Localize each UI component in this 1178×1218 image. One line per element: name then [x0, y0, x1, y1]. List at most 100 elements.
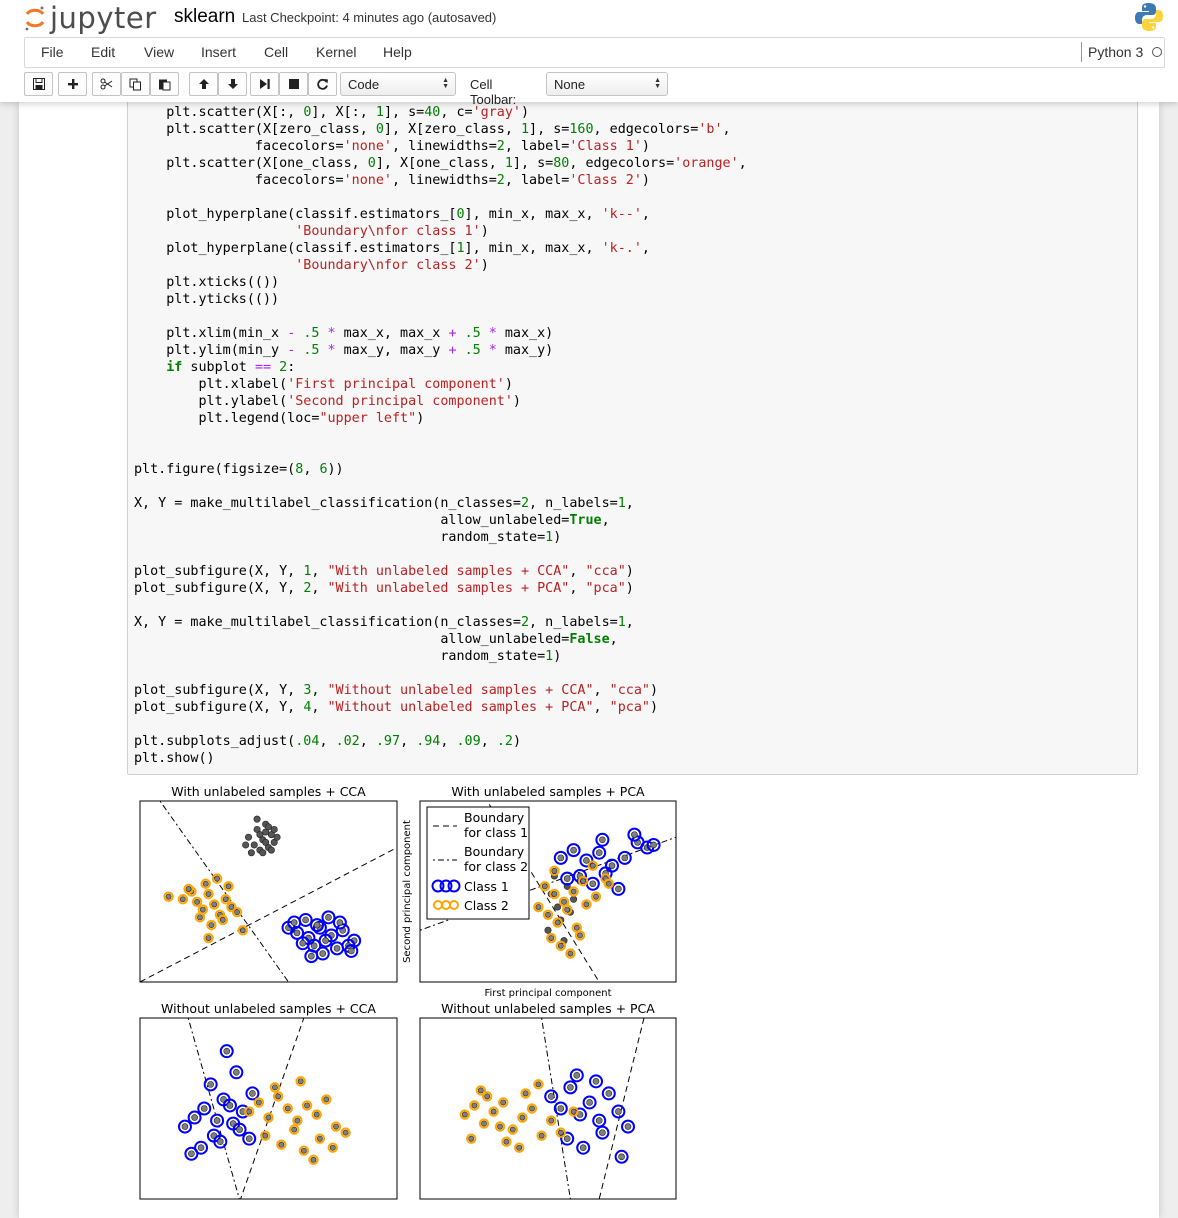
- sample-point: [561, 898, 567, 905]
- sample-point: [217, 1138, 224, 1145]
- sample-point: [310, 1156, 317, 1163]
- sample-point: [188, 1150, 195, 1158]
- sample-point: [589, 880, 597, 888]
- jupyter-logo-text: jupyter: [50, 1, 157, 35]
- insert-cell-button[interactable]: [58, 72, 87, 96]
- sample-point: [557, 1105, 565, 1112]
- sample-point: [599, 1129, 606, 1136]
- menu-view[interactable]: View: [144, 44, 174, 60]
- sample-point: [573, 1072, 581, 1079]
- cell-toolbar-label: Cell Toolbar:: [470, 77, 517, 107]
- stop-icon: [288, 79, 299, 89]
- subplot-title: With unlabeled samples + CCA: [171, 784, 366, 799]
- sample-point: [194, 898, 201, 905]
- menu-file[interactable]: File: [41, 44, 64, 60]
- sample-point: [586, 1099, 593, 1106]
- sample-point: [497, 1123, 503, 1130]
- save-button[interactable]: [24, 72, 53, 96]
- sample-point: [348, 947, 355, 955]
- cell-type-value: Code: [348, 76, 380, 92]
- sample-point: [589, 862, 596, 869]
- sample-point: [205, 935, 212, 941]
- cell-toolbar-select[interactable]: None ▲ ▼: [546, 72, 668, 96]
- arrow-down-icon: [227, 79, 238, 89]
- sample-point: [211, 901, 218, 908]
- sample-point: [255, 1099, 262, 1106]
- sample-point: [336, 919, 344, 926]
- sample-point: [323, 1096, 330, 1103]
- kernel-indicator[interactable]: Python 3: [1081, 42, 1163, 62]
- sample-point: [545, 911, 551, 918]
- subplot-4: Without unlabeled samples + PCA: [419, 1001, 677, 1200]
- sample-point: [573, 924, 580, 931]
- sample-point: [313, 1111, 320, 1118]
- unlabeled-point: [250, 841, 258, 849]
- sample-point: [205, 891, 212, 897]
- sample-point: [207, 1081, 214, 1088]
- unlabeled-point: [259, 849, 267, 857]
- copy-button[interactable]: [121, 72, 150, 96]
- notebook-name[interactable]: sklearn: [174, 6, 235, 28]
- menu-insert[interactable]: Insert: [201, 44, 236, 60]
- sample-point: [570, 888, 577, 895]
- unlabeled-point: [267, 846, 275, 854]
- sample-point: [548, 935, 555, 941]
- jupyter-logo[interactable]: jupyter: [24, 0, 157, 36]
- sample-point: [213, 1117, 221, 1124]
- menu-help[interactable]: Help: [383, 44, 412, 60]
- subplot-title: Without unlabeled samples + CCA: [161, 1001, 376, 1016]
- menu-edit[interactable]: Edit: [91, 44, 115, 60]
- sample-point: [547, 1093, 555, 1100]
- move-down-button[interactable]: [218, 72, 247, 96]
- cut-button[interactable]: [92, 72, 121, 96]
- sample-point: [322, 937, 329, 944]
- sample-point: [234, 909, 240, 916]
- sample-point: [570, 1108, 577, 1115]
- paste-button[interactable]: [150, 72, 179, 96]
- menu-cell[interactable]: Cell: [264, 44, 288, 60]
- cell-type-select[interactable]: Code ▲ ▼: [340, 72, 456, 96]
- sample-point: [272, 1084, 278, 1091]
- sample-point: [481, 1120, 487, 1127]
- sample-point: [329, 1144, 336, 1151]
- unlabeled-point: [570, 895, 578, 903]
- select-arrows-icon: ▲ ▼: [654, 77, 661, 90]
- unlabeled-point: [245, 833, 253, 841]
- interrupt-kernel-button[interactable]: [279, 72, 308, 96]
- legend-label: for class 1: [464, 825, 528, 840]
- notebook-header: jupyter sklearn Last Checkpoint: 4 minut…: [0, 0, 1178, 107]
- sample-point: [579, 1144, 587, 1152]
- subplot-1: With unlabeled samples + CCA: [139, 784, 398, 983]
- sample-point: [222, 896, 229, 903]
- legend-label: Class 2: [464, 898, 509, 913]
- sample-point: [223, 1047, 231, 1055]
- restart-kernel-button[interactable]: [308, 72, 337, 96]
- unlabeled-point: [270, 825, 278, 833]
- move-up-button[interactable]: [189, 72, 218, 96]
- sample-point: [564, 906, 571, 913]
- sample-point: [214, 875, 220, 882]
- sample-point: [599, 836, 606, 844]
- legend-label: Boundary: [464, 810, 525, 825]
- sample-point: [522, 1090, 529, 1097]
- sample-point: [300, 1147, 307, 1154]
- sample-point: [557, 1129, 564, 1136]
- unlabeled-point: [262, 838, 270, 846]
- sample-point: [461, 1111, 468, 1118]
- sample-point: [577, 932, 583, 939]
- sample-point: [557, 942, 564, 949]
- sample-point: [551, 891, 558, 897]
- run-cell-button[interactable]: [250, 72, 279, 96]
- subplot-2: With unlabeled samples + PCA First princi…: [402, 784, 677, 999]
- sample-point: [233, 1068, 240, 1076]
- select-arrows-icon: ▲ ▼: [442, 77, 449, 90]
- sample-point: [181, 1123, 189, 1130]
- menu-kernel[interactable]: Kernel: [316, 44, 356, 60]
- sample-point: [278, 1141, 285, 1148]
- sample-point: [197, 1144, 205, 1152]
- sample-point: [200, 1105, 208, 1112]
- sample-point: [554, 919, 561, 926]
- subplot-title: Without unlabeled samples + PCA: [441, 1001, 655, 1016]
- sample-point: [503, 1138, 510, 1145]
- plot-background: [420, 1018, 676, 1199]
